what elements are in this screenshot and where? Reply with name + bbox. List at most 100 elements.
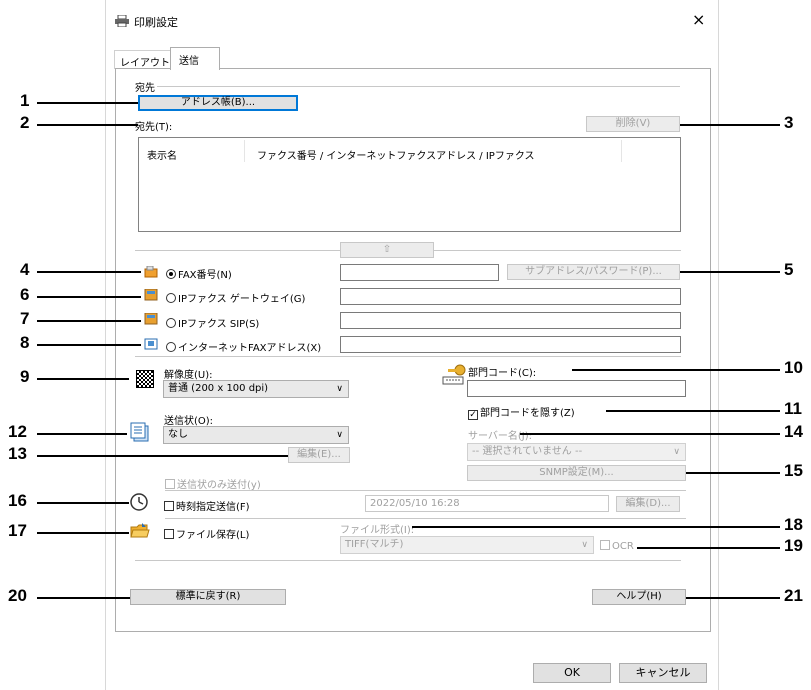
separator: [165, 490, 686, 491]
cover-sheet-select[interactable]: なし ∨: [163, 426, 349, 444]
chevron-down-icon: ∨: [336, 430, 343, 440]
destination-list[interactable]: 表示名 ファクス番号 / インターネットファクスアドレス / IPファクス: [138, 137, 681, 232]
callout-number: 3: [784, 113, 794, 132]
ocr-label: OCR: [612, 541, 634, 552]
hide-department-code-checkbox[interactable]: ✓: [468, 410, 478, 420]
separator: [135, 250, 340, 251]
callout-number: 15: [784, 461, 803, 480]
tab-layout-label: レイアウト: [120, 58, 170, 69]
ip-sip-field[interactable]: [340, 312, 681, 329]
callout-number: 19: [784, 536, 803, 555]
address-book-button[interactable]: アドレス帳(B)...: [138, 95, 298, 111]
ip-gateway-field[interactable]: [340, 288, 681, 305]
callout-line: [680, 124, 780, 126]
fax-number-radio[interactable]: [166, 269, 176, 279]
file-format-select[interactable]: TIFF(マルチ) ∨: [340, 536, 594, 554]
resolution-select[interactable]: 普通 (200 x 100 dpi) ∨: [163, 380, 349, 398]
internet-fax-icon: [144, 338, 158, 350]
callout-line: [37, 597, 130, 599]
callout-line: [37, 102, 138, 104]
callout-number: 10: [784, 358, 803, 377]
key-icon: [442, 364, 468, 386]
chevron-down-icon: ∨: [673, 447, 680, 457]
department-code-input[interactable]: [467, 380, 686, 397]
snmp-settings-button[interactable]: SNMP設定(M)...: [467, 465, 686, 481]
callout-number: 9: [20, 367, 30, 386]
callout-line: [520, 433, 780, 435]
callout-number: 11: [784, 399, 802, 418]
fax-number-label: FAX番号(N): [178, 270, 232, 281]
ocr-checkbox[interactable]: [600, 540, 610, 550]
fax-icon: [144, 265, 158, 278]
ip-gateway-radio[interactable]: [166, 293, 176, 303]
file-format-label: ファイル形式(I):: [340, 525, 415, 536]
internet-fax-radio[interactable]: [166, 342, 176, 352]
destination-group-line: [157, 86, 680, 87]
callout-number: 18: [784, 515, 803, 534]
restore-defaults-button[interactable]: 標準に戻す(R): [130, 589, 286, 605]
help-button[interactable]: ヘルプ(H): [592, 589, 686, 605]
cover-sheet-edit-button[interactable]: 編集(E)...: [288, 447, 350, 463]
move-up-button[interactable]: ⇧: [340, 242, 434, 258]
fax-number-option[interactable]: FAX番号(N): [166, 266, 232, 281]
callout-number: 7: [20, 309, 30, 328]
callout-line: [37, 124, 138, 126]
cancel-button[interactable]: キャンセル: [619, 663, 707, 683]
ip-sip-radio[interactable]: [166, 318, 176, 328]
separator: [434, 250, 681, 251]
column-divider: [621, 140, 622, 162]
scheduled-datetime-value: 2022/05/10 16:28: [370, 498, 460, 509]
cover-sheet-value: なし: [168, 429, 188, 440]
server-name-select[interactable]: -- 選択されていません -- ∨: [467, 443, 686, 461]
internet-fax-field[interactable]: [340, 336, 681, 353]
resolution-icon: [136, 370, 154, 388]
ip-sip-option[interactable]: IPファクス SIP(S): [166, 315, 259, 330]
scheduled-send-option[interactable]: 時刻指定送信(F): [164, 498, 250, 513]
hide-department-code-option[interactable]: ✓ 部門コードを隠す(Z): [468, 404, 575, 420]
ok-button[interactable]: OK: [533, 663, 611, 683]
callout-line: [37, 296, 141, 298]
tab-send-label: 送信: [179, 56, 199, 67]
chevron-down-icon: ∨: [336, 384, 343, 394]
callout-line: [37, 532, 129, 534]
subaddress-password-button[interactable]: サブアドレス/パスワード(P)...: [507, 264, 680, 280]
ocr-option[interactable]: OCR: [600, 540, 634, 552]
callout-number: 8: [20, 333, 30, 352]
separator: [135, 356, 681, 357]
ip-gateway-option[interactable]: IPファクス ゲートウェイ(G): [166, 290, 305, 305]
callout-line: [37, 502, 129, 504]
resolution-label: 解像度(U):: [164, 370, 213, 381]
internet-fax-option[interactable]: インターネットFAXアドレス(X): [166, 339, 321, 354]
cover-only-option[interactable]: 送信状のみ送付(y): [165, 476, 261, 491]
folder-icon: [130, 522, 150, 540]
callout-number: 6: [20, 285, 30, 304]
fax-number-field[interactable]: [340, 264, 499, 281]
close-icon[interactable]: ×: [692, 10, 705, 29]
cover-only-checkbox[interactable]: [165, 479, 175, 489]
callout-number: 1: [20, 91, 30, 110]
file-save-option[interactable]: ファイル保存(L): [164, 526, 249, 541]
destination-group-label: 宛先: [135, 83, 155, 94]
tab-send[interactable]: 送信: [170, 47, 220, 70]
callout-number: 20: [8, 586, 27, 605]
tab-layout[interactable]: レイアウト: [114, 50, 172, 69]
ip-gateway-label: IPファクス ゲートウェイ(G): [178, 294, 306, 305]
scheduled-send-label: 時刻指定送信(F): [176, 502, 250, 513]
delete-button[interactable]: 削除(V): [586, 116, 680, 132]
callout-line: [37, 344, 141, 346]
column-header-display-name[interactable]: 表示名: [147, 147, 177, 162]
cover-sheet-label: 送信状(O):: [164, 416, 214, 427]
hide-department-code-label: 部門コードを隠す(Z): [480, 408, 575, 419]
scheduled-send-checkbox[interactable]: [164, 501, 174, 511]
resolution-value: 普通 (200 x 100 dpi): [168, 383, 269, 394]
file-format-value: TIFF(マルチ): [345, 539, 404, 550]
scheduled-edit-button[interactable]: 編集(D)...: [616, 496, 680, 512]
scheduled-datetime-field[interactable]: 2022/05/10 16:28: [365, 495, 609, 512]
callout-line: [572, 369, 780, 371]
column-header-address[interactable]: ファクス番号 / インターネットファクスアドレス / IPファクス: [257, 147, 535, 162]
server-name-value: -- 選択されていません --: [472, 446, 583, 457]
callout-line: [37, 271, 141, 273]
separator: [165, 518, 686, 519]
file-save-checkbox[interactable]: [164, 529, 174, 539]
window-title: 印刷設定: [134, 16, 178, 29]
